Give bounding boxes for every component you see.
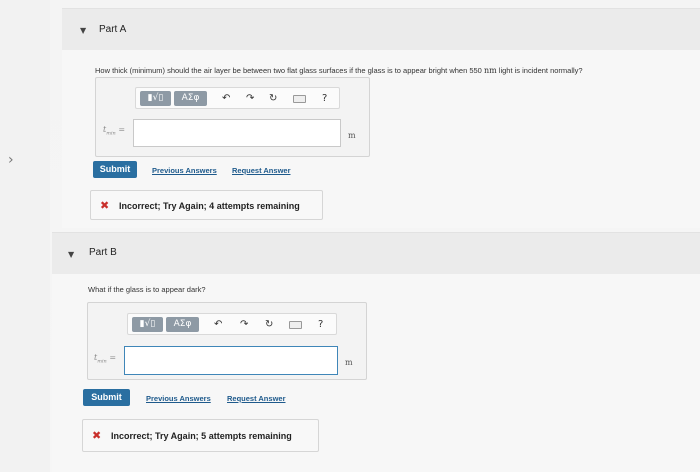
reset-icon[interactable]: ↻ xyxy=(269,91,277,106)
part-b-feedback: ✖ Incorrect; Try Again; 5 attempts remai… xyxy=(82,419,319,452)
keyboard-icon[interactable] xyxy=(289,321,302,329)
templates-button[interactable]: ▮√▯ xyxy=(140,91,171,106)
variable-subscript: min xyxy=(97,358,107,365)
question-unit: nm xyxy=(483,66,497,75)
chevron-right-icon[interactable]: › xyxy=(8,152,14,168)
greek-symbols-button[interactable]: ΑΣφ xyxy=(174,91,207,106)
part-b-header[interactable]: ▼ Part B xyxy=(52,232,700,274)
equals-sign: = xyxy=(109,353,117,362)
feedback-text: Incorrect; Try Again; 4 attempts remaini… xyxy=(119,201,300,211)
part-b-submit-button[interactable]: Submit xyxy=(83,389,130,406)
variable-subscript: min xyxy=(106,130,116,137)
caret-down-icon[interactable]: ▼ xyxy=(80,26,86,35)
part-b-previous-answers-link[interactable]: Previous Answers xyxy=(146,394,211,403)
caret-down-icon[interactable]: ▼ xyxy=(68,250,74,259)
part-a-feedback: ✖ Incorrect; Try Again; 4 attempts remai… xyxy=(90,190,323,220)
part-a-header[interactable]: ▼ Part A xyxy=(62,8,700,50)
part-b-title: Part B xyxy=(89,247,117,258)
equals-sign: = xyxy=(118,125,126,134)
part-b-unit: m xyxy=(345,358,353,367)
error-x-icon: ✖ xyxy=(92,429,102,442)
help-icon[interactable]: ? xyxy=(322,91,327,106)
part-a-variable-label: tmin = xyxy=(103,125,125,137)
part-b-request-answer-link[interactable]: Request Answer xyxy=(227,394,286,403)
templates-button[interactable]: ▮√▯ xyxy=(132,317,163,332)
greek-symbols-button[interactable]: ΑΣφ xyxy=(166,317,199,332)
keyboard-icon[interactable] xyxy=(293,95,306,103)
part-b-math-toolbar: ▮√▯ ΑΣφ ↶ ↷ ↻ ? xyxy=(127,313,337,335)
undo-icon[interactable]: ↶ xyxy=(222,91,230,106)
redo-icon[interactable]: ↷ xyxy=(246,91,254,106)
part-b-question: What if the glass is to appear dark? xyxy=(88,285,206,294)
part-a-unit: m xyxy=(348,131,356,140)
part-a-previous-answers-link[interactable]: Previous Answers xyxy=(152,166,217,175)
reset-icon[interactable]: ↻ xyxy=(265,317,273,332)
help-icon[interactable]: ? xyxy=(318,317,323,332)
part-a-request-answer-link[interactable]: Request Answer xyxy=(232,166,291,175)
part-a-submit-button[interactable]: Submit xyxy=(93,161,137,178)
redo-icon[interactable]: ↷ xyxy=(240,317,248,332)
part-a-question: How thick (minimum) should the air layer… xyxy=(95,66,583,75)
part-a-math-toolbar: ▮√▯ ΑΣφ ↶ ↷ ↻ ? xyxy=(135,87,340,109)
question-text-tail: light is incident normally? xyxy=(498,66,583,75)
left-gutter xyxy=(0,0,50,472)
part-a-title: Part A xyxy=(99,24,127,35)
feedback-text: Incorrect; Try Again; 5 attempts remaini… xyxy=(111,431,292,441)
part-b-variable-label: tmin = xyxy=(94,353,116,365)
error-x-icon: ✖ xyxy=(100,199,110,212)
part-b-answer-input[interactable] xyxy=(124,346,338,375)
question-text: How thick (minimum) should the air layer… xyxy=(95,66,482,75)
undo-icon[interactable]: ↶ xyxy=(214,317,222,332)
part-a-answer-input[interactable] xyxy=(133,119,341,147)
